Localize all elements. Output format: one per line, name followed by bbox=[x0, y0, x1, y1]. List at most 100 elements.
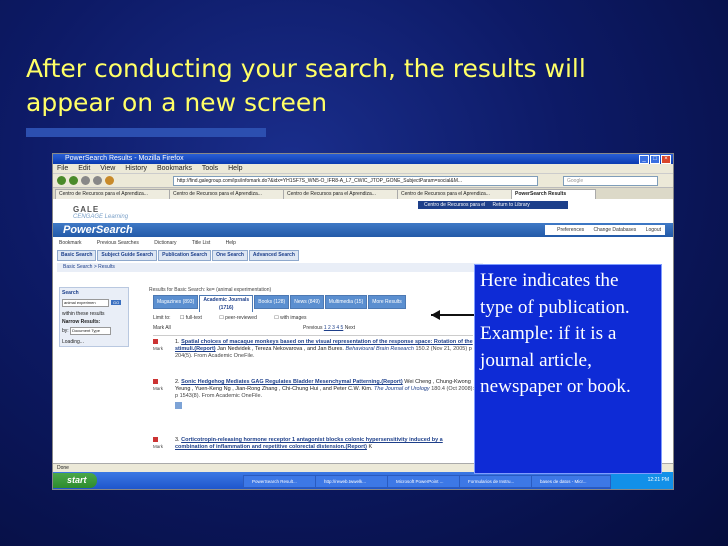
mark-checkbox[interactable]: Mark bbox=[153, 437, 167, 450]
gale-subtitle: CENGAGE Learning bbox=[73, 214, 129, 220]
browser-titlebar: PowerSearch Results - Mozilla Firefox _ … bbox=[53, 154, 673, 164]
go-button[interactable]: GO bbox=[111, 300, 122, 305]
page-links: Previous 1 2 3 4 5 Next bbox=[303, 325, 355, 331]
mark-label: Mark bbox=[153, 444, 163, 449]
result-number: 3. bbox=[175, 437, 180, 443]
account-links: Preferences Change Databases Logout bbox=[545, 225, 665, 235]
title-accent-bar bbox=[26, 128, 266, 137]
tab-multimedia[interactable]: Multimedia (15) bbox=[324, 295, 368, 309]
maximize-icon[interactable]: □ bbox=[650, 155, 660, 164]
tab-one-search[interactable]: One Search bbox=[212, 250, 248, 261]
taskbar-item[interactable]: Formularios de Instru... bbox=[459, 475, 537, 488]
search-box[interactable]: Google bbox=[563, 176, 658, 186]
window-title: PowerSearch Results - Mozilla Firefox bbox=[65, 155, 184, 162]
minimize-icon[interactable]: _ bbox=[639, 155, 649, 164]
limit-options: Limit to: ☐ full-text ☐ peer-reviewed ☐ … bbox=[153, 315, 473, 321]
link-preferences[interactable]: Preferences bbox=[557, 227, 584, 233]
link-logout[interactable]: Logout bbox=[646, 227, 661, 233]
system-clock: 12:21 PM bbox=[611, 472, 673, 489]
powersearch-banner: PowerSearch Preferences Change Databases… bbox=[53, 223, 673, 237]
result-authors: K bbox=[368, 444, 373, 450]
by-label: by: bbox=[62, 328, 69, 334]
arrow-head-icon bbox=[431, 310, 440, 320]
tab-basic-search[interactable]: Basic Search bbox=[57, 250, 97, 261]
slide-title: After conducting your search, the result… bbox=[26, 54, 586, 117]
home-icon[interactable] bbox=[105, 176, 114, 185]
limit-full-text[interactable]: ☐ full-text bbox=[180, 315, 210, 321]
limit-peer-reviewed[interactable]: ☐ peer-reviewed bbox=[219, 315, 265, 321]
mark-label: Mark bbox=[153, 386, 163, 391]
tab-news[interactable]: News (849) bbox=[290, 295, 324, 309]
tab-subject-guide[interactable]: Subject Guide Search bbox=[97, 250, 158, 261]
menu-file[interactable]: File bbox=[57, 165, 68, 172]
menu-tools[interactable]: Tools bbox=[202, 165, 218, 172]
panel-heading: Search bbox=[62, 290, 79, 296]
menu-edit[interactable]: Edit bbox=[78, 165, 90, 172]
tab-academic-journals[interactable]: Academic Journals (1716) bbox=[199, 295, 254, 312]
breadcrumb[interactable]: Basic Search > Results bbox=[57, 263, 483, 272]
result-source[interactable]: Behavioural Brain Research bbox=[345, 346, 413, 352]
forward-icon[interactable] bbox=[69, 176, 78, 185]
title-list-link[interactable]: Title List bbox=[192, 240, 210, 246]
close-icon[interactable]: × bbox=[661, 155, 671, 164]
loading-text: Loading... bbox=[62, 339, 84, 345]
taskbar-item[interactable]: PowerSearch Result... bbox=[243, 475, 321, 488]
powersearch-logo: PowerSearch bbox=[63, 224, 133, 236]
tab-magazines[interactable]: Magazines (893) bbox=[153, 295, 199, 309]
menu-bar: File Edit View History Bookmarks Tools H… bbox=[53, 164, 673, 174]
pdf-icon[interactable] bbox=[175, 402, 182, 409]
windows-taskbar: start PowerSearch Result... http://reweb… bbox=[53, 472, 673, 489]
document-icon bbox=[153, 379, 158, 384]
stop-icon[interactable] bbox=[93, 176, 102, 185]
result-source[interactable]: The Journal of Urology bbox=[374, 386, 430, 392]
link-centro[interactable]: Centro de Recursos para el bbox=[424, 202, 485, 208]
link-return-library[interactable]: Return to Library bbox=[493, 202, 530, 208]
callout-box: Here indicates the type of publication. … bbox=[474, 264, 662, 474]
limit-with-images-label: with images bbox=[280, 315, 307, 321]
limit-with-images[interactable]: ☐ with images bbox=[274, 315, 314, 321]
result-number: 2. bbox=[175, 379, 180, 385]
menu-history[interactable]: History bbox=[125, 165, 147, 172]
tab-books[interactable]: Books (128) bbox=[254, 295, 290, 309]
menu-view[interactable]: View bbox=[100, 165, 115, 172]
url-input[interactable]: http://find.galegroup.com/ips/infomark.d… bbox=[173, 176, 538, 186]
search-within-input[interactable]: animal experimen bbox=[62, 299, 109, 307]
mark-label: Mark bbox=[153, 346, 163, 351]
link-change-databases[interactable]: Change Databases bbox=[594, 227, 637, 233]
result-title-link[interactable]: Sonic Hedgehog Mediates GAG Regulates Bl… bbox=[181, 379, 403, 385]
gale-logo: GALE CENGAGE Learning bbox=[73, 205, 128, 220]
previous-searches-link[interactable]: Previous Searches bbox=[97, 240, 139, 246]
result-title-link[interactable]: Corticotropin-releasing hormone receptor… bbox=[175, 437, 443, 450]
tab-publication-search[interactable]: Publication Search bbox=[158, 250, 212, 261]
page-toolbar: Bookmark Previous Searches Dictionary Ti… bbox=[53, 239, 673, 248]
top-links: Centro de Recursos para el Return to Lib… bbox=[418, 201, 568, 209]
next-link[interactable]: Next bbox=[345, 325, 355, 331]
document-icon bbox=[153, 437, 158, 442]
back-icon[interactable] bbox=[57, 176, 66, 185]
document-type-select[interactable]: Document Type bbox=[70, 327, 112, 335]
bookmark-link[interactable]: Bookmark bbox=[59, 240, 82, 246]
within-results-checkbox[interactable]: within these results bbox=[62, 311, 126, 317]
menu-bookmarks[interactable]: Bookmarks bbox=[157, 165, 192, 172]
taskbar-item[interactable]: bases de datos - Micr... bbox=[531, 475, 611, 488]
reload-icon[interactable] bbox=[81, 176, 90, 185]
navigation-toolbar: http://find.galegroup.com/ips/infomark.d… bbox=[53, 174, 673, 188]
taskbar-item[interactable]: http://reweb.twwelk... bbox=[315, 475, 393, 488]
start-button[interactable]: start bbox=[53, 473, 97, 488]
menu-help[interactable]: Help bbox=[228, 165, 242, 172]
search-type-tabs: Basic Search Subject Guide Search Publicat… bbox=[57, 250, 300, 261]
mark-checkbox[interactable]: Mark bbox=[153, 379, 167, 392]
mark-all-checkbox[interactable]: Mark All bbox=[153, 325, 171, 331]
page-numbers[interactable]: 1 2 3 4 5 bbox=[324, 325, 343, 331]
tab-more-results[interactable]: More Results bbox=[368, 295, 406, 309]
mark-checkbox[interactable]: Mark bbox=[153, 339, 167, 352]
prev-link[interactable]: Previous bbox=[303, 325, 322, 331]
dictionary-link[interactable]: Dictionary bbox=[154, 240, 176, 246]
publication-type-tabs: Magazines (893) Academic Journals (1716)B… bbox=[153, 295, 407, 313]
result-authors: Jan Nedvidek , Tereza Nekovarova , and J… bbox=[217, 346, 344, 352]
narrow-results-label: Narrow Results: bbox=[62, 319, 101, 325]
tab-advanced-search[interactable]: Advanced Search bbox=[248, 250, 299, 261]
help-link[interactable]: Help bbox=[226, 240, 236, 246]
taskbar-item[interactable]: Microsoft PowerPoint ... bbox=[387, 475, 465, 488]
results-info: Results for Basic Search: ke= (animal ex… bbox=[149, 287, 272, 293]
